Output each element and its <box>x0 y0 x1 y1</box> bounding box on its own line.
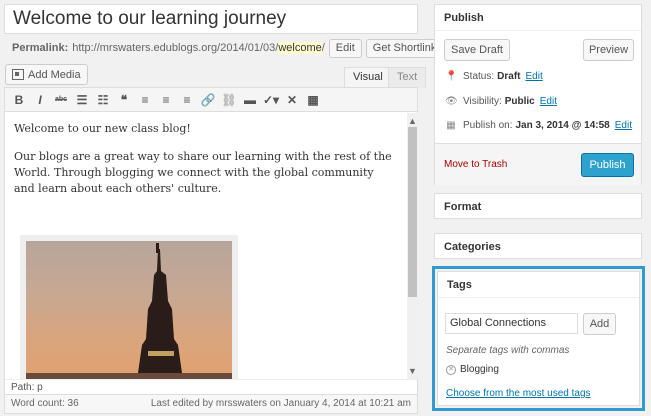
publish-date-label: Publish on: <box>463 120 513 131</box>
tag-item: ✕ Blogging <box>446 364 499 375</box>
tags-hint: Separate tags with commas <box>446 345 570 356</box>
preview-button[interactable]: Preview <box>583 39 634 61</box>
status-value: Draft <box>497 71 521 82</box>
tag-label: Blogging <box>460 364 499 375</box>
media-icon <box>12 69 24 80</box>
italic-icon[interactable]: I <box>32 91 48 109</box>
scroll-up-icon[interactable]: ▲ <box>407 115 418 127</box>
spellcheck-icon[interactable]: ✓▾ <box>263 91 279 109</box>
statue-silhouette-icon <box>26 243 232 379</box>
visibility-row: 👁 Visibility: Public Edit <box>445 96 557 107</box>
publish-date-row: ▦ Publish on: Jan 3, 2014 @ 14:58 Edit <box>445 120 632 131</box>
choose-most-used-tags-link[interactable]: Choose from the most used tags <box>446 388 591 399</box>
publish-date-value: Jan 3, 2014 @ 14:58 <box>515 120 610 131</box>
eye-icon: 👁 <box>445 96 458 107</box>
content-paragraph-2: Our blogs are a great way to share our l… <box>14 150 392 195</box>
link-icon[interactable]: 🔗 <box>200 91 216 109</box>
numbered-list-icon[interactable]: ☷ <box>95 91 111 109</box>
more-tag-icon[interactable]: ▬ <box>242 91 258 109</box>
status-row: 📍 Status: Draft Edit <box>445 71 543 82</box>
permalink-label: Permalink: <box>12 42 69 54</box>
align-right-icon[interactable]: ≡ <box>179 91 195 109</box>
move-to-trash-link[interactable]: Move to Trash <box>444 159 507 170</box>
blockquote-icon[interactable]: ❝ <box>116 91 132 109</box>
categories-title: Categories <box>444 241 501 253</box>
editor-toolbar: B Iabc ☰ ☷ ❝ ≡ ≡ ≡ 🔗 ⛓ ▬ ✓▾ ✕ ▦ <box>5 88 417 112</box>
categories-box[interactable]: Categories <box>434 233 642 259</box>
visibility-edit-link[interactable]: Edit <box>540 96 557 107</box>
post-title-input[interactable] <box>5 5 417 33</box>
pin-icon: 📍 <box>445 71 458 82</box>
status-edit-link[interactable]: Edit <box>525 71 542 82</box>
publish-button[interactable]: Publish <box>581 153 634 177</box>
permalink-row: Permalink: http://mrswaters.edublogs.org… <box>12 38 444 58</box>
bullet-list-icon[interactable]: ☰ <box>74 91 90 109</box>
strikethrough-icon[interactable]: abc <box>53 91 69 109</box>
post-editor: B Iabc ☰ ☷ ❝ ≡ ≡ ≡ 🔗 ⛓ ▬ ✓▾ ✕ ▦ Welcome to our new cl… <box>4 87 418 414</box>
scroll-down-icon[interactable]: ▼ <box>407 365 418 377</box>
calendar-icon: ▦ <box>446 120 456 131</box>
format-box[interactable]: Format <box>434 193 642 219</box>
get-shortlink-button[interactable]: Get Shortlink <box>365 38 444 58</box>
tag-input[interactable]: Global Connections <box>445 313 578 334</box>
publish-actions: Move to Trash Publish <box>435 143 641 185</box>
bold-icon[interactable]: B <box>11 91 27 109</box>
tags-title: Tags <box>438 272 639 298</box>
scroll-thumb[interactable] <box>408 127 417 297</box>
publish-title: Publish <box>435 5 641 31</box>
editor-scrollbar[interactable]: ▲ ▼ <box>407 113 418 379</box>
visibility-label: Visibility: <box>463 96 502 107</box>
fullscreen-icon[interactable]: ✕ <box>284 91 300 109</box>
save-draft-button[interactable]: Save Draft <box>444 39 510 61</box>
last-edited: Last edited by mrsswaters on January 4, … <box>150 398 411 409</box>
permalink-trail: / <box>321 42 325 54</box>
add-tag-button[interactable]: Add <box>583 313 616 335</box>
content-paragraph-1: Welcome to our new class blog! <box>14 122 191 135</box>
photo <box>26 241 232 379</box>
permalink-edit-button[interactable]: Edit <box>328 38 362 58</box>
word-count: Word count: 36 <box>11 398 79 409</box>
kitchen-sink-icon[interactable]: ▦ <box>305 91 321 109</box>
permalink-slug[interactable]: welcome <box>278 42 322 54</box>
editor-content[interactable]: Welcome to our new class blog! Our blogs… <box>5 113 406 379</box>
editor-statusbar: Word count: 36 Last edited by mrsswaters… <box>5 394 417 413</box>
add-media-label: Add Media <box>28 68 81 81</box>
add-media-button[interactable]: Add Media <box>5 64 88 85</box>
visibility-value: Public <box>504 96 535 107</box>
post-title-field[interactable] <box>4 4 418 34</box>
publish-box: Publish Save Draft Preview 📍 Status: Dra… <box>434 4 642 185</box>
statue-of-liberty-image[interactable] <box>20 235 238 379</box>
status-label: Status: <box>463 71 495 82</box>
unlink-icon[interactable]: ⛓ <box>221 91 237 109</box>
tab-visual[interactable]: Visual <box>344 67 392 88</box>
remove-tag-icon[interactable]: ✕ <box>446 364 456 375</box>
align-center-icon[interactable]: ≡ <box>158 91 174 109</box>
tags-box: Tags Global Connections Add Separate tag… <box>437 271 640 406</box>
editor-path: Path: p <box>5 379 417 394</box>
align-left-icon[interactable]: ≡ <box>137 91 153 109</box>
format-title: Format <box>444 201 482 213</box>
publish-date-edit-link[interactable]: Edit <box>615 120 632 131</box>
tab-text[interactable]: Text <box>388 67 427 88</box>
permalink-base: http://mrswaters.edublogs.org/2014/01/03… <box>72 42 279 54</box>
